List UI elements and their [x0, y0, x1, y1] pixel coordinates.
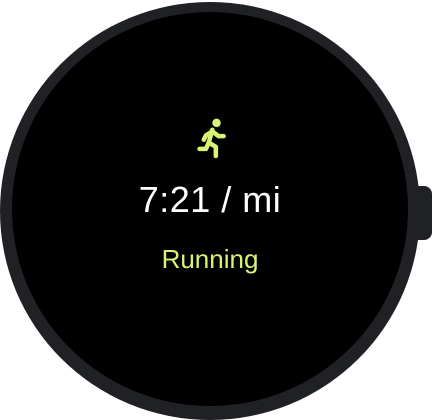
pace-readout: 7:21 / mi: [138, 179, 282, 220]
activity-label: Running: [161, 244, 259, 274]
watch-face: 7:21 / mi Running: [0, 0, 434, 420]
running-icon: [197, 118, 226, 159]
